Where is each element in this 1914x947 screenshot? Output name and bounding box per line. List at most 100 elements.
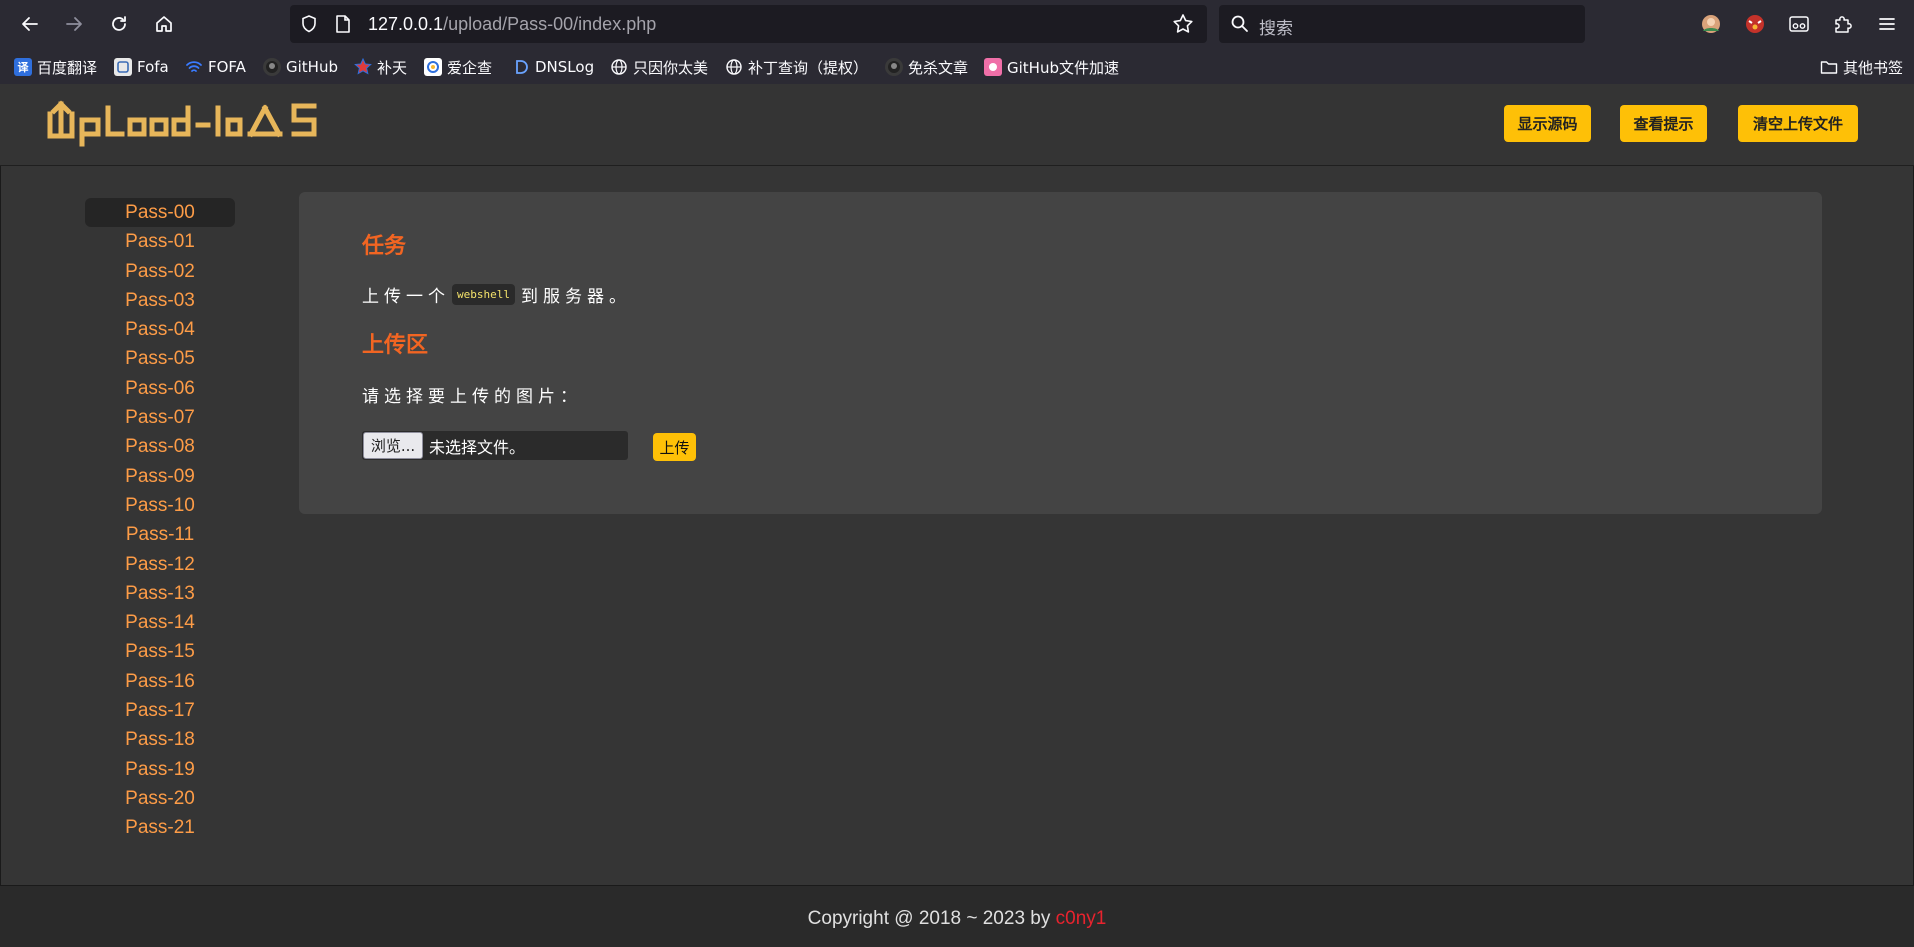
bookmark-zhiyin[interactable]: 只因你太美 [610, 56, 708, 78]
sidebar-item-pass-14[interactable]: Pass-14 [85, 608, 235, 637]
sidebar-item-pass-06[interactable]: Pass-06 [85, 374, 235, 403]
bookmark-fofa-2[interactable]: FOFA [185, 56, 246, 78]
copyright-prefix: Copyright @ 2018 ~ 2023 by [807, 908, 1056, 929]
aiqicha-icon [424, 58, 442, 76]
bookmark-bypass-articles[interactable]: 免杀文章 [885, 56, 968, 78]
github-icon [263, 58, 281, 76]
sidebar-item-pass-03[interactable]: Pass-03 [85, 286, 235, 315]
sidebar-item-pass-19[interactable]: Pass-19 [85, 755, 235, 784]
url-host: 127.0.0.1 [368, 14, 444, 34]
browser-toolbar: 127.0.0.1/upload/Pass-00/index.php 搜索 [0, 0, 1914, 48]
choose-image-label: 请选择要上传的图片： [362, 387, 582, 407]
bookmark-label: 只因你太美 [633, 58, 709, 77]
sidebar-item-pass-00[interactable]: Pass-00 [85, 198, 235, 228]
bookmark-label: 补丁查询（提权） [748, 58, 869, 77]
sidebar-item-pass-21[interactable]: Pass-21 [85, 813, 235, 842]
task-panel: 任务 上传一个 webshell 到服务器。 上传区 请选择要上传的图片： 浏览… [299, 192, 1822, 514]
copyright-text: Copyright @ 2018 ~ 2023 by c0ny1 [808, 908, 1107, 930]
back-button[interactable] [14, 8, 46, 40]
url-text: 127.0.0.1/upload/Pass-00/index.php [368, 14, 656, 35]
translate-icon: 译 [14, 58, 32, 76]
bookmark-github[interactable]: GitHub [263, 56, 338, 78]
show-source-button[interactable]: 显示源码 [1504, 105, 1591, 142]
bookmark-label: 百度翻译 [37, 58, 98, 77]
forward-button[interactable] [58, 8, 90, 40]
page-info-icon[interactable] [330, 11, 356, 37]
bookmark-dnslog[interactable]: DNSLog [512, 56, 594, 78]
sidebar-item-pass-04[interactable]: Pass-04 [85, 315, 235, 344]
sidebar-item-pass-17[interactable]: Pass-17 [85, 696, 235, 725]
sidebar-item-pass-20[interactable]: Pass-20 [85, 784, 235, 813]
home-icon [156, 16, 172, 32]
forward-arrow-icon [66, 17, 82, 31]
bookmark-github-accel[interactable]: GitHub文件加速 [984, 56, 1119, 78]
reload-button[interactable] [103, 8, 135, 40]
sidebar-item-pass-02[interactable]: Pass-02 [85, 257, 235, 286]
bookmark-aiqicha[interactable]: 爱企查 [424, 56, 492, 78]
search-placeholder: 搜索 [1259, 19, 1293, 39]
globe-icon [725, 58, 743, 76]
sidebar-item-pass-12[interactable]: Pass-12 [85, 550, 235, 579]
sidebar-item-pass-18[interactable]: Pass-18 [85, 725, 235, 754]
github-accel-icon [984, 58, 1002, 76]
task-description: 上传一个 webshell 到服务器。 [362, 282, 631, 307]
bookmarks-toolbar: 译百度翻译 Fofa FOFA GitHub 补天 爱企查 DNSLog 只因你… [0, 48, 1914, 84]
upload-submit-button[interactable]: 上传 [653, 433, 696, 461]
address-bar[interactable]: 127.0.0.1/upload/Pass-00/index.php [290, 5, 1207, 43]
folder-icon [1820, 58, 1838, 76]
bookmark-label: 爱企查 [447, 58, 493, 77]
search-bar[interactable]: 搜索 [1219, 5, 1585, 43]
browse-button[interactable]: 浏览... [363, 432, 423, 459]
file-input[interactable]: 浏览... 未选择文件。 [362, 431, 628, 460]
bookmark-baidu-translate[interactable]: 译百度翻译 [14, 56, 97, 78]
extension-avatar-icon[interactable] [1698, 11, 1724, 37]
search-icon [1227, 11, 1253, 37]
sidebar-item-pass-09[interactable]: Pass-09 [85, 462, 235, 491]
author-link[interactable]: c0ny1 [1056, 908, 1107, 929]
extensions-puzzle-icon[interactable] [1830, 11, 1856, 37]
sidebar-item-pass-11[interactable]: Pass-11 [85, 520, 235, 549]
sidebar-item-pass-13[interactable]: Pass-13 [85, 579, 235, 608]
extension-glasses-icon[interactable] [1786, 11, 1812, 37]
main-area: Pass-00 Pass-01 Pass-02 Pass-03 Pass-04 … [0, 166, 1914, 886]
bookmark-label: 免杀文章 [908, 58, 969, 77]
sidebar-item-pass-10[interactable]: Pass-10 [85, 491, 235, 520]
fofa-icon [114, 58, 132, 76]
shield-icon[interactable] [296, 11, 322, 37]
sidebar-item-pass-16[interactable]: Pass-16 [85, 667, 235, 696]
view-hint-button[interactable]: 查看提示 [1620, 105, 1707, 142]
butian-star-icon [354, 58, 372, 76]
bookmark-label: FOFA [208, 58, 246, 76]
bookmark-patch-query[interactable]: 补丁查询（提权） [725, 56, 868, 78]
webshell-code: webshell [452, 284, 515, 305]
site-header: 显示源码 查看提示 清空上传文件 [0, 84, 1914, 166]
home-button[interactable] [148, 8, 180, 40]
sidebar-item-pass-01[interactable]: Pass-01 [85, 227, 235, 256]
bookmark-fofa[interactable]: Fofa [114, 56, 169, 78]
upload-labs-logo[interactable] [44, 98, 334, 152]
level-sidebar: Pass-00 Pass-01 Pass-02 Pass-03 Pass-04 … [85, 198, 235, 843]
clear-uploads-button[interactable]: 清空上传文件 [1738, 105, 1858, 142]
sidebar-item-pass-05[interactable]: Pass-05 [85, 344, 235, 373]
extension-fox-icon[interactable] [1742, 11, 1768, 37]
no-file-selected-text: 未选择文件。 [429, 437, 526, 457]
bookmark-label: GitHub文件加速 [1007, 58, 1119, 77]
globe-icon [610, 58, 628, 76]
task-heading: 任务 [362, 234, 407, 259]
task-suffix: 到服务器。 [520, 287, 631, 307]
bookmark-star-icon[interactable] [1170, 11, 1196, 37]
bookmark-label: Fofa [137, 58, 169, 76]
sidebar-item-pass-15[interactable]: Pass-15 [85, 637, 235, 666]
other-bookmarks-folder[interactable]: 其他书签 [1820, 56, 1903, 78]
url-path: /upload/Pass-00/index.php [443, 14, 657, 34]
sidebar-item-pass-07[interactable]: Pass-07 [85, 403, 235, 432]
site-footer: Copyright @ 2018 ~ 2023 by c0ny1 [0, 886, 1914, 947]
bookmark-label: 补天 [377, 58, 408, 77]
bookmark-butian[interactable]: 补天 [354, 56, 407, 78]
menu-icon[interactable] [1874, 11, 1900, 37]
web-page: 显示源码 查看提示 清空上传文件 Pass-00 Pass-01 Pass-02… [0, 84, 1914, 947]
task-prefix: 上传一个 [362, 287, 450, 307]
upload-heading: 上传区 [362, 333, 429, 358]
bookmark-label: GitHub [286, 58, 338, 76]
sidebar-item-pass-08[interactable]: Pass-08 [85, 432, 235, 461]
